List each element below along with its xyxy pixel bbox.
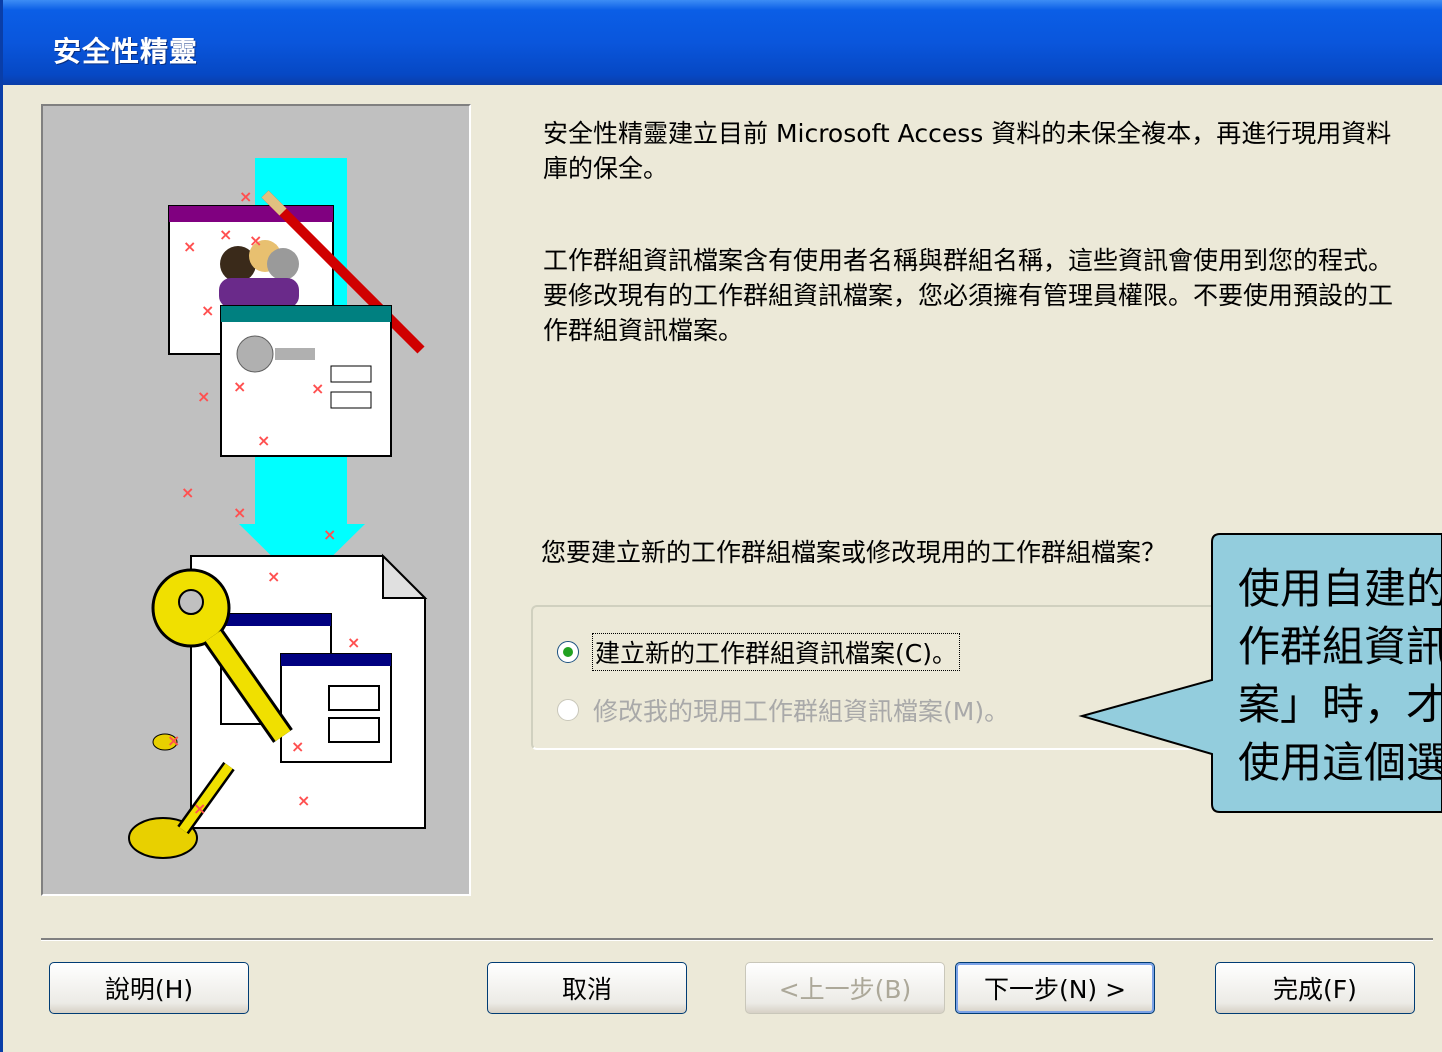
option-modify-existing: 修改我的現用工作群組資訊檔案(M)。 <box>557 692 1009 728</box>
radio-button-disabled <box>557 699 579 721</box>
svg-text:×: × <box>197 387 210 406</box>
svg-text:×: × <box>201 301 214 320</box>
svg-text:×: × <box>267 567 280 586</box>
cancel-button[interactable]: 取消 <box>487 962 687 1014</box>
svg-text:×: × <box>233 503 246 522</box>
svg-text:×: × <box>291 737 304 756</box>
radio-dot <box>563 647 573 657</box>
svg-text:×: × <box>193 799 206 818</box>
option-create-new[interactable]: 建立新的工作群組資訊檔案(C)。 <box>557 633 960 671</box>
window-title: 安全性精靈 <box>53 35 199 68</box>
svg-text:×: × <box>311 379 324 398</box>
svg-text:×: × <box>323 525 336 544</box>
title-bar[interactable]: 安全性精靈 <box>3 0 1442 85</box>
svg-text:×: × <box>233 377 246 396</box>
option-modify-existing-label: 修改我的現用工作群組資訊檔案(M)。 <box>593 697 1010 726</box>
svg-text:×: × <box>257 431 270 450</box>
svg-text:×: × <box>297 791 310 810</box>
intro-paragraph-2: 工作群組資訊檔案含有使用者名稱與群組名稱，這些資訊會使用到您的程式。要修改現有的… <box>543 246 1394 345</box>
help-button[interactable]: 說明(H) <box>49 962 249 1014</box>
back-button: <上一步(B) <box>745 962 945 1014</box>
radio-button-selected[interactable] <box>557 641 579 663</box>
option-create-new-label: 建立新的工作群組資訊檔案(C)。 <box>592 633 960 671</box>
button-separator <box>41 938 1433 941</box>
next-button[interactable]: 下一步(N) > <box>955 962 1155 1014</box>
svg-text:×: × <box>219 225 232 244</box>
svg-text:×: × <box>181 483 194 502</box>
svg-text:×: × <box>183 237 196 256</box>
callout-text: 使用自建的 作群組資訊 案」時，才 使用這個選 <box>1238 564 1442 787</box>
svg-text:×: × <box>239 187 252 206</box>
wizard-illustration: × × × × × × × × × × × × × × × × × × <box>41 104 471 896</box>
svg-text:×: × <box>167 731 180 750</box>
svg-text:×: × <box>249 231 262 250</box>
svg-text:×: × <box>347 633 360 652</box>
intro-paragraph-1: 安全性精靈建立目前 Microsoft Access 資料的未保全複本，再進行現… <box>543 119 1392 183</box>
security-keys-illustration: × × × × × × × × × × × × × × × × × × <box>128 158 428 859</box>
finish-button[interactable]: 完成(F) <box>1215 962 1415 1014</box>
